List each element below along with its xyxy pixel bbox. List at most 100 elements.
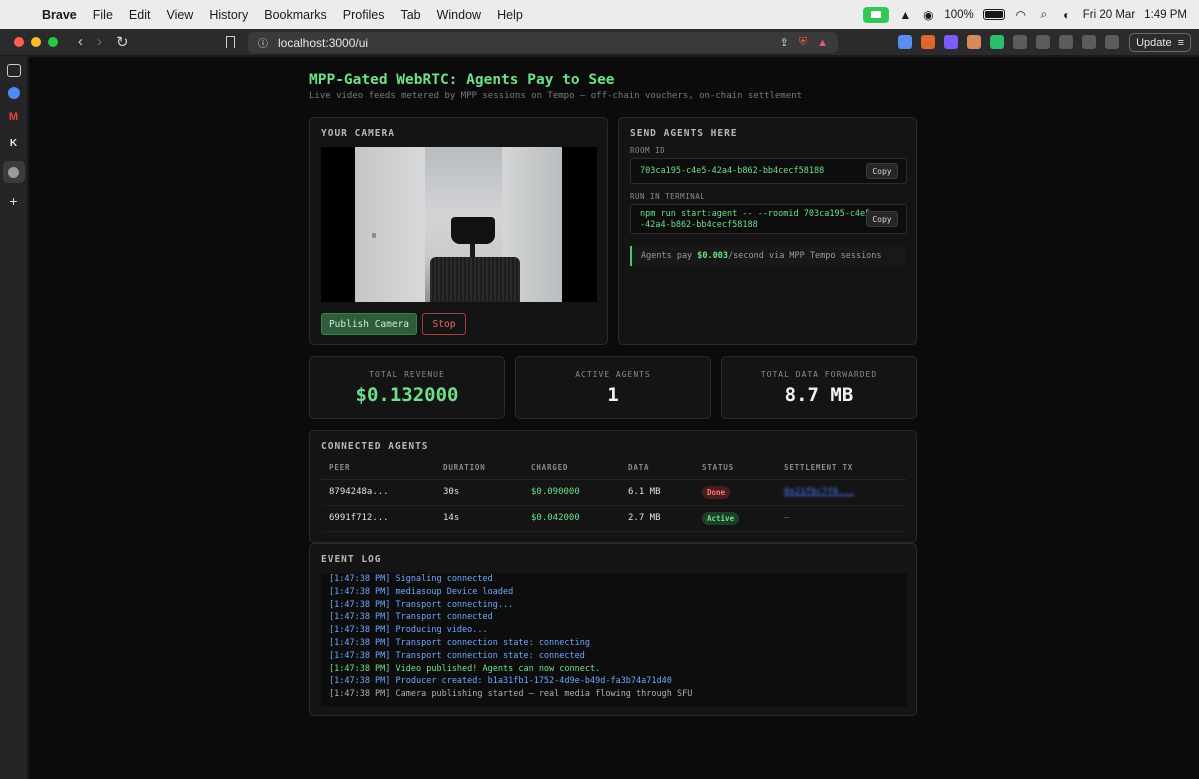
macos-menubar: Brave File Edit View History Bookmarks P… (0, 0, 1199, 29)
send-agents-card: SEND AGENTS HERE ROOM ID 703ca195-c4e5-4… (618, 117, 917, 345)
battery-icon[interactable] (982, 9, 1005, 20)
total-data-card: TOTAL DATA FORWARDED 8.7 MB (721, 356, 917, 419)
metamask-icon[interactable] (921, 35, 935, 49)
wallet-icon[interactable] (1082, 35, 1096, 49)
address-bar[interactable]: ⓘ localhost:3000/ui ⇪ ⛨ ▲ (248, 32, 838, 53)
menu-history[interactable]: History (201, 8, 256, 22)
charged: $0.090000 (523, 479, 620, 506)
terminal-command-line2[interactable]: -42a4-b862-bb4cecf58188 (640, 220, 758, 231)
extensions-bar (898, 35, 1119, 49)
extension-icon[interactable] (944, 35, 958, 49)
back-icon[interactable]: ‹ (78, 33, 83, 51)
col-settlement-tx: SETTLEMENT TX (776, 463, 906, 480)
window-controls (0, 37, 58, 47)
data-amount: 2.7 MB (620, 505, 694, 532)
site-info-icon[interactable]: ⓘ (258, 35, 268, 50)
log-line: [1:47:38 PM] Transport connection state:… (329, 637, 590, 648)
bookmark-icon[interactable] (226, 36, 235, 48)
agents-table-header: PEER DURATION CHARGED DATA STATUS SETTLE… (321, 463, 906, 480)
chair-headrest (451, 217, 495, 244)
update-label: Update (1136, 36, 1172, 49)
camera-in-use-icon[interactable] (863, 6, 890, 23)
connected-agents-title: CONNECTED AGENTS (321, 441, 429, 452)
terminal-command-line1[interactable]: npm run start:agent -- --roomid 703ca195… (640, 209, 870, 220)
page-title: MPP-Gated WebRTC: Agents Pay to See (309, 72, 615, 88)
url-text[interactable]: localhost:3000/ui (278, 36, 368, 50)
wifi-icon[interactable]: ◠ (1014, 8, 1028, 22)
vlc-icon[interactable]: ▲ (898, 8, 912, 22)
shield-icon[interactable] (990, 35, 1004, 49)
total-revenue-value: $0.132000 (355, 384, 459, 406)
log-line: [1:47:38 PM] Camera publishing started —… (329, 689, 693, 700)
spotlight-search-icon[interactable]: ⌕ (1037, 7, 1051, 22)
col-duration: DURATION (435, 463, 523, 480)
menu-extra-icon[interactable]: ◉ (921, 8, 935, 22)
menu-edit[interactable]: Edit (121, 8, 159, 22)
total-revenue-card: TOTAL REVENUE $0.132000 (309, 356, 505, 419)
app-menu[interactable]: Brave (34, 8, 85, 22)
event-log-list[interactable]: [1:47:38 PM] Signaling connected [1:47:3… (321, 573, 907, 707)
send-agents-title: SEND AGENTS HERE (630, 128, 738, 139)
room-id-value[interactable]: 703ca195-c4e5-42a4-b862-bb4cecf58188 (640, 166, 824, 177)
menu-help[interactable]: Help (489, 8, 531, 22)
agents-table: PEER DURATION CHARGED DATA STATUS SETTLE… (321, 463, 906, 532)
col-peer: PEER (321, 463, 435, 480)
settlement-tx-link[interactable]: 0x21fbc7f0... (784, 487, 854, 497)
extension-sidebar-icon[interactable]: K (6, 135, 22, 151)
log-line: [1:47:38 PM] Transport connecting... (329, 599, 514, 610)
brave-shields-icon[interactable]: ⛨ (799, 36, 807, 49)
log-line: [1:47:38 PM] Signaling connected (329, 574, 493, 584)
vpn-icon[interactable] (1105, 35, 1119, 49)
camera-card-title: YOUR CAMERA (321, 128, 395, 139)
control-center-icon[interactable]: ◐ (1060, 8, 1074, 22)
gmail-icon[interactable]: M (6, 109, 22, 125)
zoom-window-button[interactable] (48, 37, 58, 47)
copy-room-id-button[interactable]: Copy (866, 163, 898, 179)
minimize-window-button[interactable] (31, 37, 41, 47)
menu-tab[interactable]: Tab (392, 8, 428, 22)
forward-icon[interactable]: › (97, 33, 102, 51)
col-status: STATUS (694, 463, 776, 480)
table-row: 8794248a... 30s $0.090000 6.1 MB Done 0x… (321, 479, 906, 506)
extension-icon[interactable] (967, 35, 981, 49)
sidebar-panel-icon[interactable] (6, 64, 21, 77)
status-badge: Done (702, 485, 731, 499)
copy-command-button[interactable]: Copy (866, 211, 898, 227)
reload-icon[interactable]: ↻ (116, 33, 129, 51)
sidebar-item-active[interactable] (2, 161, 25, 183)
update-button[interactable]: Update ≡ (1129, 33, 1191, 52)
event-log-title: EVENT LOG (321, 554, 382, 565)
download-icon[interactable] (1036, 35, 1050, 49)
share-icon[interactable]: ⇪ (780, 36, 789, 49)
log-line: [1:47:38 PM] Transport connection state:… (329, 650, 585, 661)
wall-outlet (372, 233, 376, 238)
menu-file[interactable]: File (85, 8, 121, 22)
menu-bookmarks[interactable]: Bookmarks (256, 8, 335, 22)
pricing-note-prefix: Agents pay (641, 251, 698, 261)
add-sidebar-item-icon[interactable]: + (6, 193, 22, 209)
log-line: [1:47:38 PM] mediasoup Device loaded (329, 586, 514, 597)
log-line: [1:47:38 PM] Producer created: b1a31fb1-… (329, 676, 672, 687)
brave-rewards-icon[interactable]: ▲ (817, 37, 828, 49)
duration: 14s (435, 505, 523, 532)
connected-agents-card: CONNECTED AGENTS PEER DURATION CHARGED D… (309, 430, 917, 543)
active-agents-card: ACTIVE AGENTS 1 (515, 356, 711, 419)
menu-window[interactable]: Window (429, 8, 489, 22)
menu-profiles[interactable]: Profiles (335, 8, 393, 22)
event-log-card: EVENT LOG [1:47:38 PM] Signaling connect… (309, 543, 917, 716)
stop-button[interactable]: Stop (422, 313, 466, 335)
publish-camera-button[interactable]: Publish Camera (321, 313, 417, 335)
menu-icon: ≡ (1177, 36, 1184, 49)
battery-percent: 100% (944, 8, 974, 21)
brave-talk-icon[interactable] (7, 87, 20, 99)
close-window-button[interactable] (14, 37, 24, 47)
menu-view[interactable]: View (158, 8, 201, 22)
total-revenue-label: TOTAL REVENUE (369, 370, 445, 379)
extension-icon[interactable] (898, 35, 912, 49)
sidebar-toggle-icon[interactable] (1059, 35, 1073, 49)
puzzle-icon[interactable] (1013, 35, 1027, 49)
menubar-time[interactable]: 1:49 PM (1144, 9, 1187, 21)
active-agents-value: 1 (607, 384, 619, 406)
terminal-command-field: npm run start:agent -- --roomid 703ca195… (630, 204, 907, 234)
total-data-label: TOTAL DATA FORWARDED (760, 370, 878, 379)
